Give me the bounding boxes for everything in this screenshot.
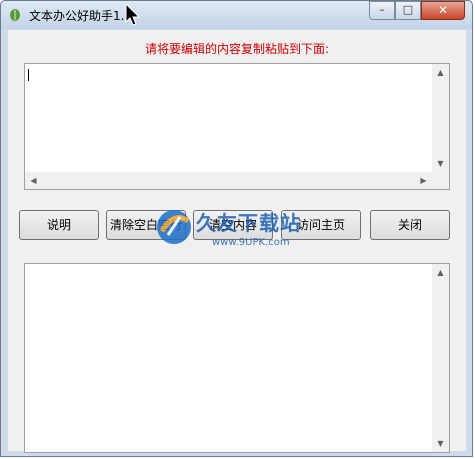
watermark-url: www.9UPK.com [212,237,290,248]
mouse-cursor-icon [125,3,141,26]
title-bar[interactable]: 文本办公好助手1. – □ ✕ [1,1,472,29]
text-caret [28,69,29,81]
window-title: 文本办公好助手1. [29,9,125,23]
minimize-button[interactable]: – [369,1,395,20]
scroll-left-icon[interactable]: ◀ [25,172,42,189]
app-leaf-icon [10,9,20,21]
maximize-button[interactable]: □ [395,1,421,20]
input-horizontal-scrollbar[interactable]: ◀ ▶ [25,172,432,189]
output-textarea[interactable]: ▲ ▼ [24,263,450,453]
watermark-text: 久友下载站 [196,211,301,235]
output-vertical-scrollbar[interactable]: ▲ ▼ [432,264,449,452]
scroll-up-icon[interactable]: ▲ [432,64,449,81]
watermark-globe-icon [157,210,191,244]
app-window: 文本办公好助手1. – □ ✕ 请将要编辑的内容复制粘贴到下面: ▲ ▼ ◀ ▶… [0,0,473,457]
close-button[interactable]: 关闭 [370,210,450,240]
scroll-up-icon[interactable]: ▲ [432,264,449,281]
scroll-corner [432,172,449,189]
client-area: 请将要编辑的内容复制粘贴到下面: ▲ ▼ ◀ ▶ 说明 清除空白空行 清空内容 … [8,30,466,453]
input-vertical-scrollbar[interactable]: ▲ ▼ [432,64,449,172]
scroll-right-icon[interactable]: ▶ [415,172,432,189]
instruction-label: 请将要编辑的内容复制粘贴到下面: [144,42,330,56]
scroll-down-icon[interactable]: ▼ [432,155,449,172]
help-button[interactable]: 说明 [19,210,99,240]
close-window-button[interactable]: ✕ [421,1,465,20]
watermark-logo: 久友下载站 www.9UPK.com [154,205,334,261]
scroll-down-icon[interactable]: ▼ [432,435,449,452]
input-textarea[interactable]: ▲ ▼ ◀ ▶ [24,63,450,190]
